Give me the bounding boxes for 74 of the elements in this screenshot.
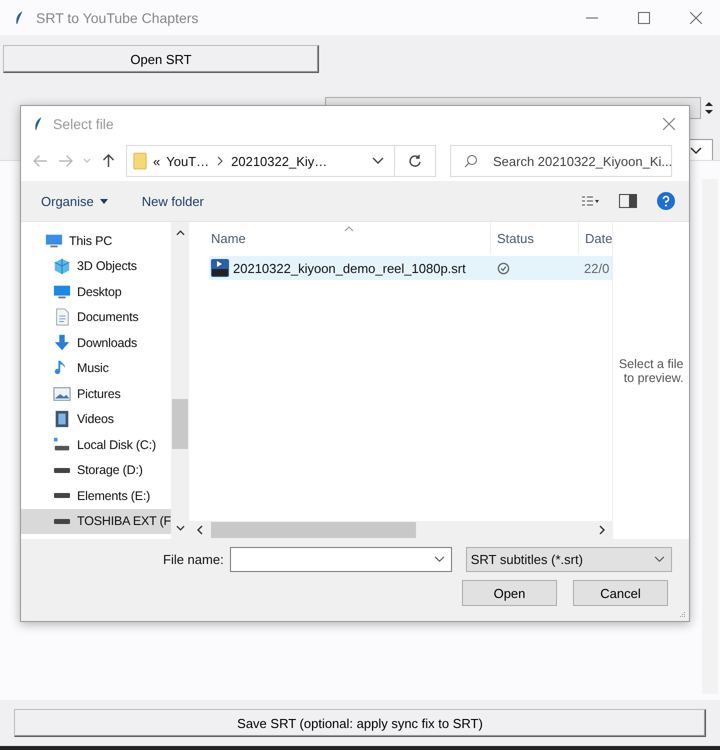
down-caret-icon[interactable] — [176, 525, 184, 531]
document-icon — [53, 308, 71, 326]
open-srt-button[interactable]: Open SRT — [3, 45, 319, 73]
organise-menu[interactable]: Organise — [41, 194, 108, 208]
nav-item[interactable]: Storage (D:) — [21, 458, 171, 483]
nav-item[interactable]: Downloads — [21, 330, 171, 356]
open-button[interactable]: Open — [462, 580, 557, 606]
maximize-icon[interactable] — [638, 12, 650, 24]
search-field[interactable]: Search 20210322_Kiyoon_Ki... — [450, 145, 672, 177]
drive-icon — [54, 468, 70, 473]
file-name-field[interactable] — [230, 547, 452, 572]
subtitle-file-icon — [211, 259, 229, 277]
resize-grip-icon[interactable] — [678, 610, 686, 618]
breadcrumb-item[interactable]: « — [153, 154, 160, 168]
nav-item[interactable]: Music — [21, 356, 171, 381]
feather-icon — [33, 116, 43, 132]
search-icon — [464, 154, 478, 168]
sort-caret-icon — [344, 226, 354, 232]
nav-item[interactable]: 3D Objects — [21, 254, 171, 279]
caret-icon — [100, 198, 108, 204]
file-name-label: File name: — [163, 552, 224, 567]
preview-message: Select a file to preview. — [618, 356, 684, 384]
caret-icon — [690, 147, 702, 155]
column-header[interactable]: Status — [491, 222, 579, 254]
breadcrumb-item[interactable]: 20210322_Kiy… — [231, 154, 328, 168]
file-type-dropdown[interactable]: SRT subtitles (*.srt) — [466, 547, 672, 572]
file-row[interactable]: 20210322_kiyoon_demo_reel_1080p.srt 22/0 — [209, 256, 612, 280]
help-icon[interactable] — [657, 192, 675, 210]
feather-icon — [14, 10, 24, 26]
folder-icon — [133, 151, 147, 171]
left-caret-icon[interactable] — [197, 525, 203, 535]
right-caret-icon[interactable] — [599, 525, 606, 535]
close-icon[interactable] — [690, 12, 702, 24]
scrollbar[interactable] — [171, 222, 189, 539]
scrollbar-thumb[interactable] — [211, 522, 416, 538]
caret-icon[interactable] — [372, 157, 384, 165]
drive-icon — [54, 493, 70, 498]
up-arrow-icon[interactable] — [101, 154, 116, 168]
window-title: SRT to YouTube Chapters — [36, 10, 198, 26]
breadcrumb-item[interactable]: YouT… — [166, 154, 210, 168]
nav-item[interactable]: Pictures — [21, 381, 171, 406]
preview-pane-icon[interactable] — [619, 194, 637, 208]
nav-item[interactable]: Desktop — [21, 279, 171, 304]
nav-item[interactable]: TOSHIBA EXT (F — [21, 508, 171, 534]
spin-arrows-icon[interactable] — [704, 99, 714, 117]
caret-icon — [654, 556, 665, 563]
down-arrow-icon — [53, 334, 71, 352]
nav-item[interactable]: Elements (E:) — [21, 483, 171, 508]
chevron-icon — [217, 156, 224, 166]
file-date: 22/0 — [583, 260, 610, 276]
cube-icon — [53, 257, 71, 276]
nav-item[interactable]: Videos — [21, 406, 171, 432]
view-options-icon[interactable] — [581, 194, 599, 208]
monitor-icon — [53, 282, 71, 301]
dialog-title: Select file — [53, 116, 114, 132]
new-folder-button[interactable]: New folder — [142, 194, 204, 208]
column-header[interactable]: Name — [189, 222, 491, 254]
monitor-icon — [45, 232, 63, 250]
refresh-icon — [408, 154, 422, 168]
picture-icon — [53, 384, 71, 403]
close-icon[interactable] — [663, 118, 675, 130]
nav-item[interactable]: Local Disk (C:) — [21, 432, 171, 458]
drive-icon — [54, 518, 70, 524]
file-name: 20210322_kiyoon_demo_reel_1080p.srt — [233, 260, 466, 276]
up-caret-icon[interactable] — [176, 230, 184, 236]
nav-item[interactable]: This PC — [21, 228, 171, 254]
nav-item[interactable]: Documents — [21, 304, 171, 330]
save-srt-button[interactable]: Save SRT (optional: apply sync fix to SRT) — [14, 709, 706, 737]
film-icon — [53, 410, 71, 428]
column-header[interactable]: Date — [579, 222, 612, 254]
cancel-button[interactable]: Cancel — [573, 580, 668, 606]
caret-icon — [434, 556, 445, 563]
address-bar[interactable]: « YouT… 20210322_Kiy… — [126, 145, 436, 177]
scrollbar-thumb[interactable] — [172, 399, 188, 449]
